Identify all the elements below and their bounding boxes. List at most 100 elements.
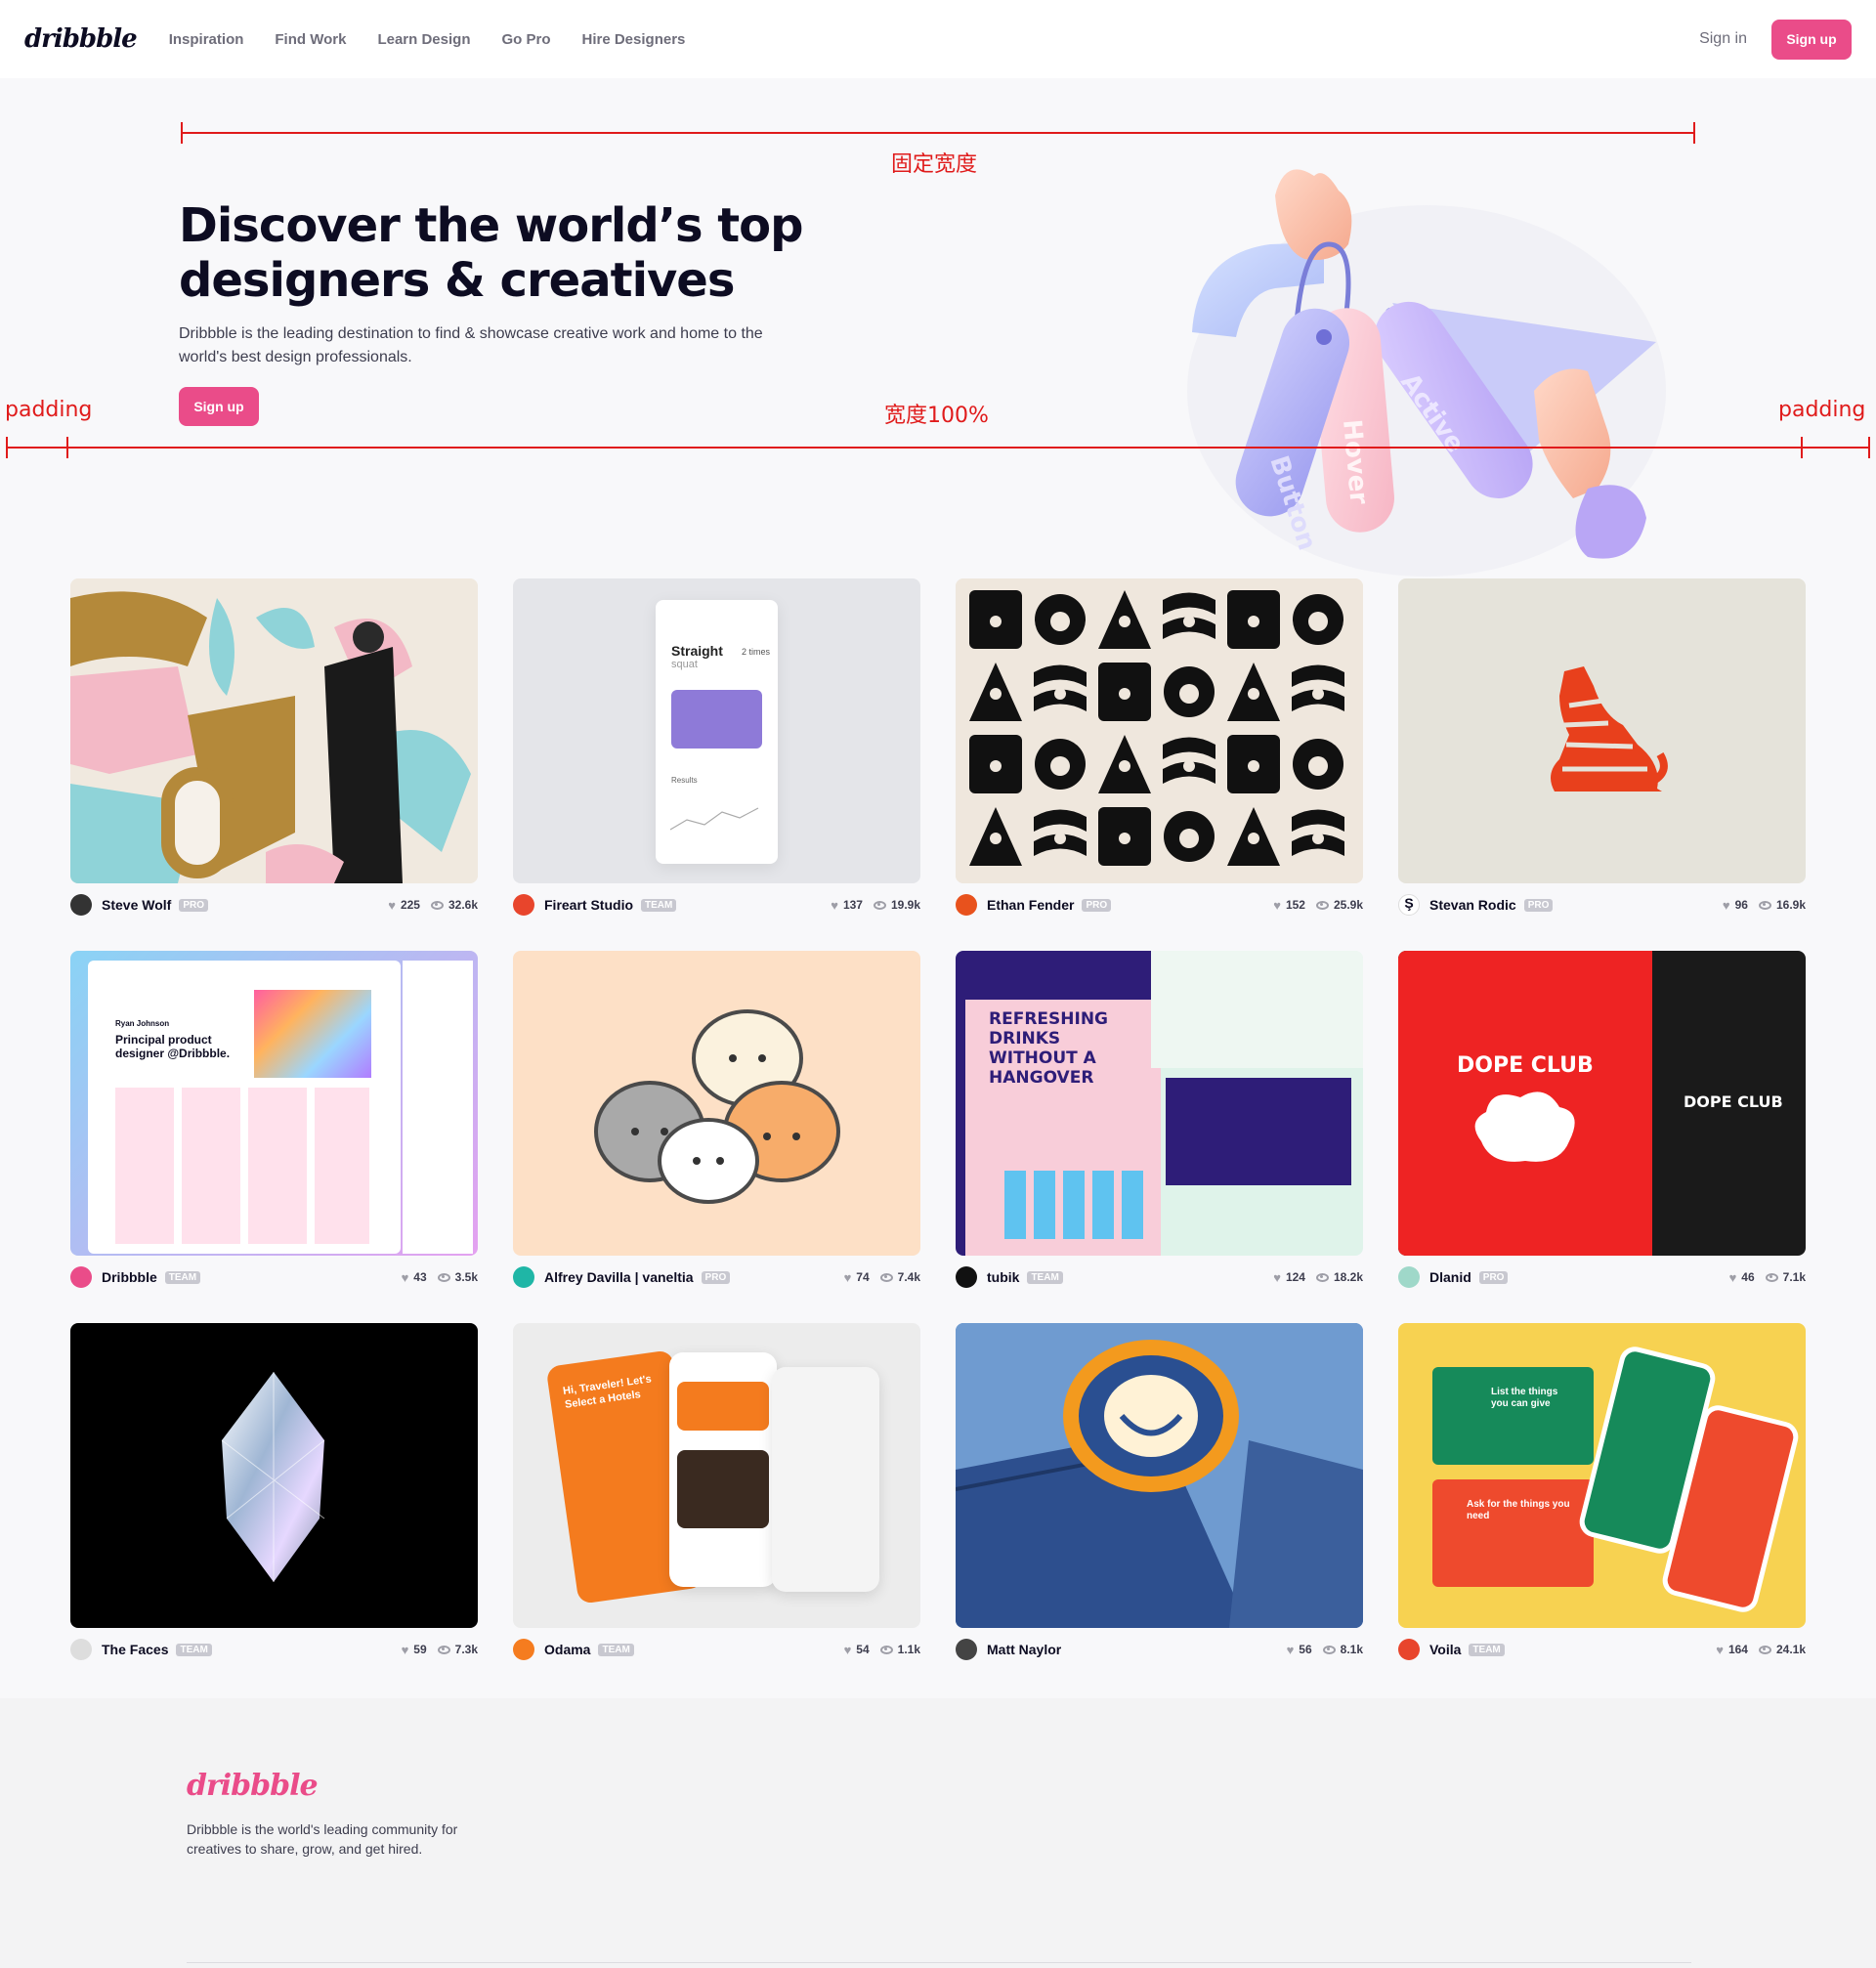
author-badge: PRO xyxy=(1082,898,1112,912)
shot-meta: Dlanid PRO ♥ 46 7.1k xyxy=(1398,1256,1806,1293)
author-avatar[interactable] xyxy=(70,1639,92,1660)
shot-thumbnail-tiger-logo[interactable] xyxy=(1398,578,1806,883)
heart-icon[interactable]: ♥ xyxy=(388,898,396,913)
heart-icon[interactable]: ♥ xyxy=(831,898,838,913)
shot-thumbnail-dope-club[interactable]: DOPE CLUB DOPE CLUB xyxy=(1398,951,1806,1256)
likes-count: 56 xyxy=(1299,1643,1312,1656)
likes-count: 137 xyxy=(842,898,863,912)
nav-inspiration[interactable]: Inspiration xyxy=(169,31,244,48)
dribbble-logo[interactable]: dribbble xyxy=(24,24,138,54)
heart-icon[interactable]: ♥ xyxy=(1716,1643,1724,1657)
views-count: 7.3k xyxy=(454,1643,478,1656)
shot-thumbnail-drinks-landing[interactable]: REFRESHING DRINKS WITHOUT A HANGOVER xyxy=(956,951,1363,1256)
shot-card: Steve Wolf PRO ♥ 225 32.6k xyxy=(70,578,478,951)
nav-go-pro[interactable]: Go Pro xyxy=(501,31,550,48)
shot-thumbnail-pets-illustration[interactable] xyxy=(513,951,920,1256)
shot-thumbnail-mural[interactable] xyxy=(70,578,478,883)
author-avatar[interactable] xyxy=(513,894,534,916)
shot-stats: ♥ 59 7.3k xyxy=(402,1643,478,1657)
glyph-tile xyxy=(1164,666,1215,717)
heart-icon[interactable]: ♥ xyxy=(1723,898,1730,913)
shot-card: Straight squat 2 times Results Fireart S… xyxy=(513,578,920,951)
author-name[interactable]: Fireart Studio xyxy=(544,897,633,913)
shot-thumbnail-icon-set[interactable] xyxy=(956,578,1363,883)
shot-meta: Alfrey Davilla | vaneltia PRO ♥ 74 7.4k xyxy=(513,1256,920,1293)
author-badge: TEAM xyxy=(641,898,677,912)
author-avatar[interactable] xyxy=(956,894,977,916)
footer-logo[interactable]: dribbble xyxy=(187,1769,319,1803)
views-count: 19.9k xyxy=(890,898,920,912)
likes-count: 43 xyxy=(413,1270,427,1284)
nav-find-work[interactable]: Find Work xyxy=(275,31,346,48)
shot-card: The Faces TEAM ♥ 59 7.3k xyxy=(70,1323,478,1695)
shot-thumbnail-crystal[interactable] xyxy=(70,1323,478,1628)
shot-card: List the things you can give Ask for the… xyxy=(1398,1323,1806,1695)
shot-thumbnail-fitness-app[interactable]: Straight squat 2 times Results xyxy=(513,578,920,883)
heart-icon[interactable]: ♥ xyxy=(1729,1270,1737,1285)
dope-club-badge-text: DOPE CLUB xyxy=(1457,1053,1594,1078)
sign-in-link[interactable]: Sign in xyxy=(1699,30,1747,48)
author-name[interactable]: Matt Naylor xyxy=(987,1642,1061,1657)
author-avatar[interactable] xyxy=(1398,1639,1420,1660)
footer: dribbble Dribbble is the world's leading… xyxy=(0,1698,1876,1968)
heart-icon[interactable]: ♥ xyxy=(402,1270,409,1285)
heart-icon[interactable]: ♥ xyxy=(844,1643,852,1657)
author-name[interactable]: Dlanid xyxy=(1429,1269,1471,1285)
author-avatar[interactable] xyxy=(513,1266,534,1288)
shot-meta: Dribbble TEAM ♥ 43 3.5k xyxy=(70,1256,478,1293)
author-avatar[interactable] xyxy=(70,894,92,916)
glyph-tile xyxy=(1098,663,1151,721)
author-name[interactable]: The Faces xyxy=(102,1642,168,1657)
flavor-panel xyxy=(1151,951,1363,1068)
author-name[interactable]: Voila xyxy=(1429,1642,1461,1657)
heart-icon[interactable]: ♥ xyxy=(402,1643,409,1657)
author-name[interactable]: Odama xyxy=(544,1642,590,1657)
side-panel xyxy=(403,961,473,1254)
shot-card: Matt Naylor ♥ 56 8.1k xyxy=(956,1323,1363,1695)
sign-up-button[interactable]: Sign up xyxy=(1771,19,1852,60)
views-count: 8.1k xyxy=(1340,1643,1363,1656)
author-avatar[interactable] xyxy=(513,1639,534,1660)
author-name[interactable]: Steve Wolf xyxy=(102,897,171,913)
shot-stats: ♥ 54 1.1k xyxy=(844,1643,920,1657)
author-badge: TEAM xyxy=(1027,1270,1063,1284)
author-name[interactable]: tubik xyxy=(987,1269,1019,1285)
hero-sign-up-button[interactable]: Sign up xyxy=(179,387,259,426)
fixed-width-label: 固定宽度 xyxy=(891,152,978,177)
heart-icon[interactable]: ♥ xyxy=(1273,898,1281,913)
glyph-tile xyxy=(969,590,1022,649)
phone-mockup: Straight squat 2 times Results xyxy=(656,600,778,864)
shot-thumbnail-profile-ui[interactable]: Ryan Johnson Principal product designer … xyxy=(70,951,478,1256)
views-count: 24.1k xyxy=(1775,1643,1806,1656)
likes-count: 74 xyxy=(856,1270,870,1284)
author-name[interactable]: Stevan Rodic xyxy=(1429,897,1516,913)
shot-meta: Odama TEAM ♥ 54 1.1k xyxy=(513,1628,920,1665)
shot-card: Hi, Traveler! Let's Select a Hotels Odam… xyxy=(513,1323,920,1695)
author-avatar[interactable]: Ş xyxy=(1398,894,1420,916)
shot-thumbnail-sharing-app[interactable]: List the things you can give Ask for the… xyxy=(1398,1323,1806,1628)
list-things-text: List the things you can give xyxy=(1491,1387,1558,1409)
shot-thumbnail-sign-photo[interactable] xyxy=(956,1323,1363,1628)
heart-icon[interactable]: ♥ xyxy=(1287,1643,1295,1657)
nav-hire-designers[interactable]: Hire Designers xyxy=(582,31,686,48)
shot-card: DOPE CLUB DOPE CLUB Dlanid PRO ♥ 46 7.1k xyxy=(1398,951,1806,1323)
author-avatar[interactable] xyxy=(70,1266,92,1288)
author-avatar[interactable] xyxy=(956,1266,977,1288)
shot-thumbnail-hotel-app[interactable]: Hi, Traveler! Let's Select a Hotels xyxy=(513,1323,920,1628)
pink-landing-page: REFRESHING DRINKS WITHOUT A HANGOVER xyxy=(965,1000,1161,1256)
heart-icon[interactable]: ♥ xyxy=(844,1270,852,1285)
eye-icon xyxy=(1758,1645,1771,1654)
views-count: 1.1k xyxy=(897,1643,920,1656)
author-name[interactable]: Dribbble xyxy=(102,1269,157,1285)
likes-count: 54 xyxy=(856,1643,870,1656)
author-avatar[interactable] xyxy=(956,1639,977,1660)
heart-icon[interactable]: ♥ xyxy=(1273,1270,1281,1285)
author-name[interactable]: Alfrey Davilla | vaneltia xyxy=(544,1269,694,1285)
author-name[interactable]: Ethan Fender xyxy=(987,897,1074,913)
nav-learn-design[interactable]: Learn Design xyxy=(377,31,470,48)
glyph-tile xyxy=(969,735,1022,793)
views-count: 18.2k xyxy=(1333,1270,1363,1284)
author-avatar[interactable] xyxy=(1398,1266,1420,1288)
eye-icon xyxy=(437,1645,450,1654)
video-preview xyxy=(671,690,762,749)
